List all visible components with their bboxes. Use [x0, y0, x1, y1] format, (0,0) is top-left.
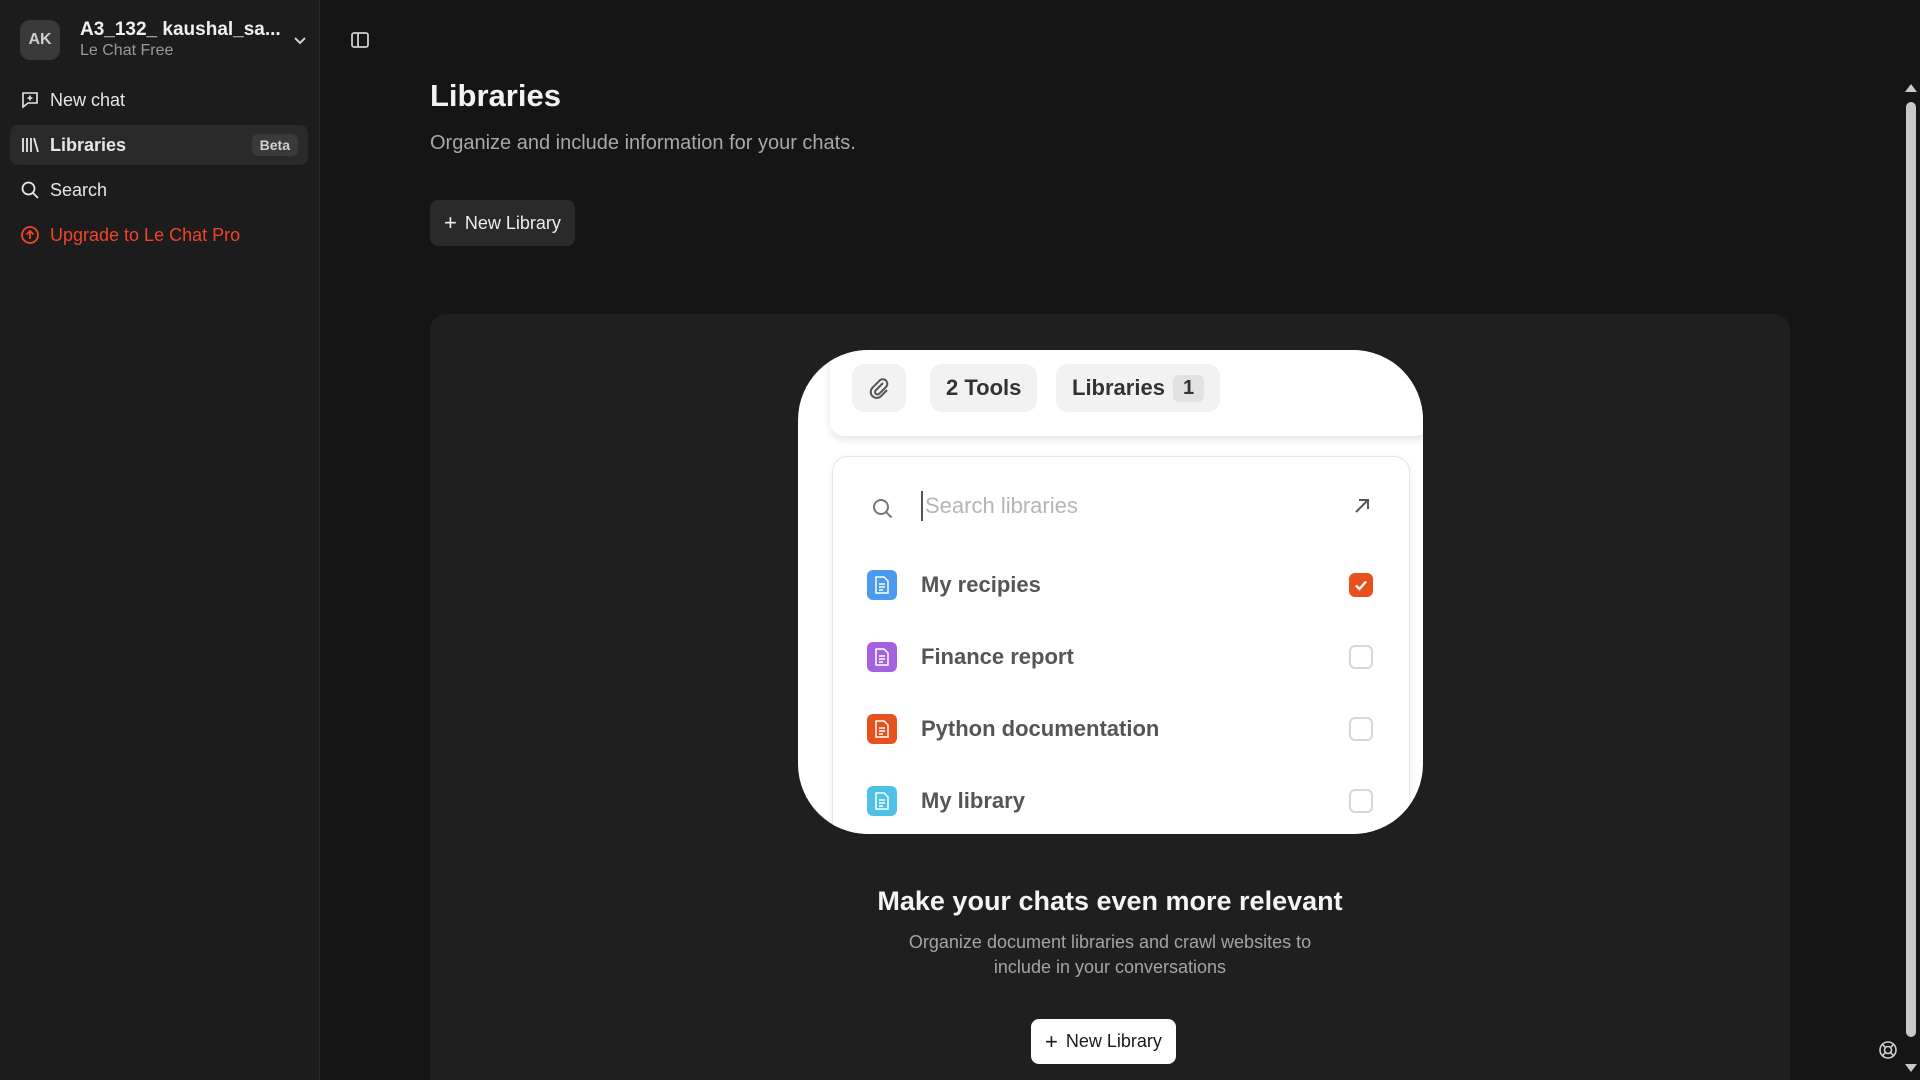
page-subtitle: Organize and include information for you… — [430, 132, 856, 154]
library-name: My library — [921, 788, 1025, 813]
library-checkbox — [1349, 789, 1373, 813]
illustration-toolbar: 2 Tools Libraries 1 — [830, 350, 1423, 436]
list-item: Finance report — [833, 635, 1409, 679]
upgrade-icon — [20, 225, 40, 245]
library-picker: Search libraries My recipies Finance rep… — [832, 456, 1410, 834]
libraries-chip: Libraries 1 — [1056, 364, 1221, 412]
scrollbar-thumb[interactable] — [1906, 102, 1916, 1037]
account-name: A3_132_ kaushal_sa... — [80, 19, 281, 40]
document-icon — [867, 642, 897, 672]
new-library-label: New Library — [1065, 1031, 1162, 1051]
search-icon — [20, 180, 40, 200]
library-name: My recipies — [921, 572, 1041, 597]
library-checkbox — [1349, 645, 1373, 669]
avatar: AK — [20, 20, 60, 60]
new-chat-icon — [20, 90, 40, 110]
library-search: Search libraries — [833, 485, 1409, 529]
new-library-button[interactable]: + New Library — [1031, 1019, 1176, 1064]
document-icon — [867, 714, 897, 744]
scroll-up-arrow[interactable] — [1905, 84, 1917, 92]
sidebar-item-new-chat[interactable]: New chat — [10, 80, 308, 120]
help-icon[interactable] — [1878, 1040, 1898, 1060]
account-switcher[interactable]: AK A3_132_ kaushal_sa... Le Chat Free — [20, 19, 310, 60]
list-item: My recipies — [833, 563, 1409, 607]
chevron-down-icon — [294, 37, 306, 45]
document-icon — [867, 570, 897, 600]
libraries-chip-label: Libraries — [1072, 375, 1165, 400]
libraries-illustration: 2 Tools Libraries 1 Search libraries My … — [798, 350, 1423, 834]
new-library-button[interactable]: + New Library — [430, 200, 575, 246]
document-icon — [867, 786, 897, 816]
tools-chip: 2 Tools — [930, 364, 1038, 412]
search-icon — [873, 499, 893, 519]
library-checkbox — [1349, 717, 1373, 741]
account-plan: Le Chat Free — [80, 42, 174, 59]
library-checkbox — [1349, 573, 1373, 597]
sidebar-item-label: Search — [50, 179, 108, 200]
list-item: My library — [833, 779, 1409, 823]
sidebar-item-label: Upgrade to Le Chat Pro — [50, 224, 241, 245]
page-title: Libraries — [430, 78, 561, 113]
sidebar-toggle-icon[interactable] — [348, 28, 372, 52]
sidebar-item-label: Libraries — [50, 134, 127, 155]
sidebar-item-libraries[interactable]: Libraries Beta — [10, 125, 308, 165]
scroll-down-arrow[interactable] — [1905, 1064, 1917, 1072]
scrollbar[interactable] — [1900, 82, 1920, 1080]
library-name: Finance report — [921, 644, 1074, 669]
libraries-count-badge: 1 — [1172, 374, 1205, 402]
library-search-input: Search libraries — [921, 491, 1078, 521]
attachment-chip — [852, 364, 906, 412]
list-item: Python documentation — [833, 707, 1409, 751]
plus-icon: + — [1045, 1028, 1058, 1054]
empty-state-description: Organize document libraries and crawl we… — [908, 932, 1312, 977]
paperclip-icon — [869, 378, 889, 399]
libraries-icon — [20, 135, 40, 155]
new-library-label: New Library — [464, 212, 561, 233]
sidebar-item-upgrade[interactable]: Upgrade to Le Chat Pro — [10, 215, 308, 255]
beta-badge: Beta — [251, 134, 298, 156]
sidebar-item-search[interactable]: Search — [10, 170, 308, 210]
empty-state-title: Make your chats even more relevant — [877, 886, 1343, 916]
sidebar-item-label: New chat — [50, 89, 126, 110]
sidebar: AK A3_132_ kaushal_sa... Le Chat Free Ne… — [0, 0, 320, 1080]
plus-icon: + — [444, 210, 457, 235]
library-name: Python documentation — [921, 716, 1160, 741]
arrow-up-right-icon — [1355, 499, 1369, 513]
